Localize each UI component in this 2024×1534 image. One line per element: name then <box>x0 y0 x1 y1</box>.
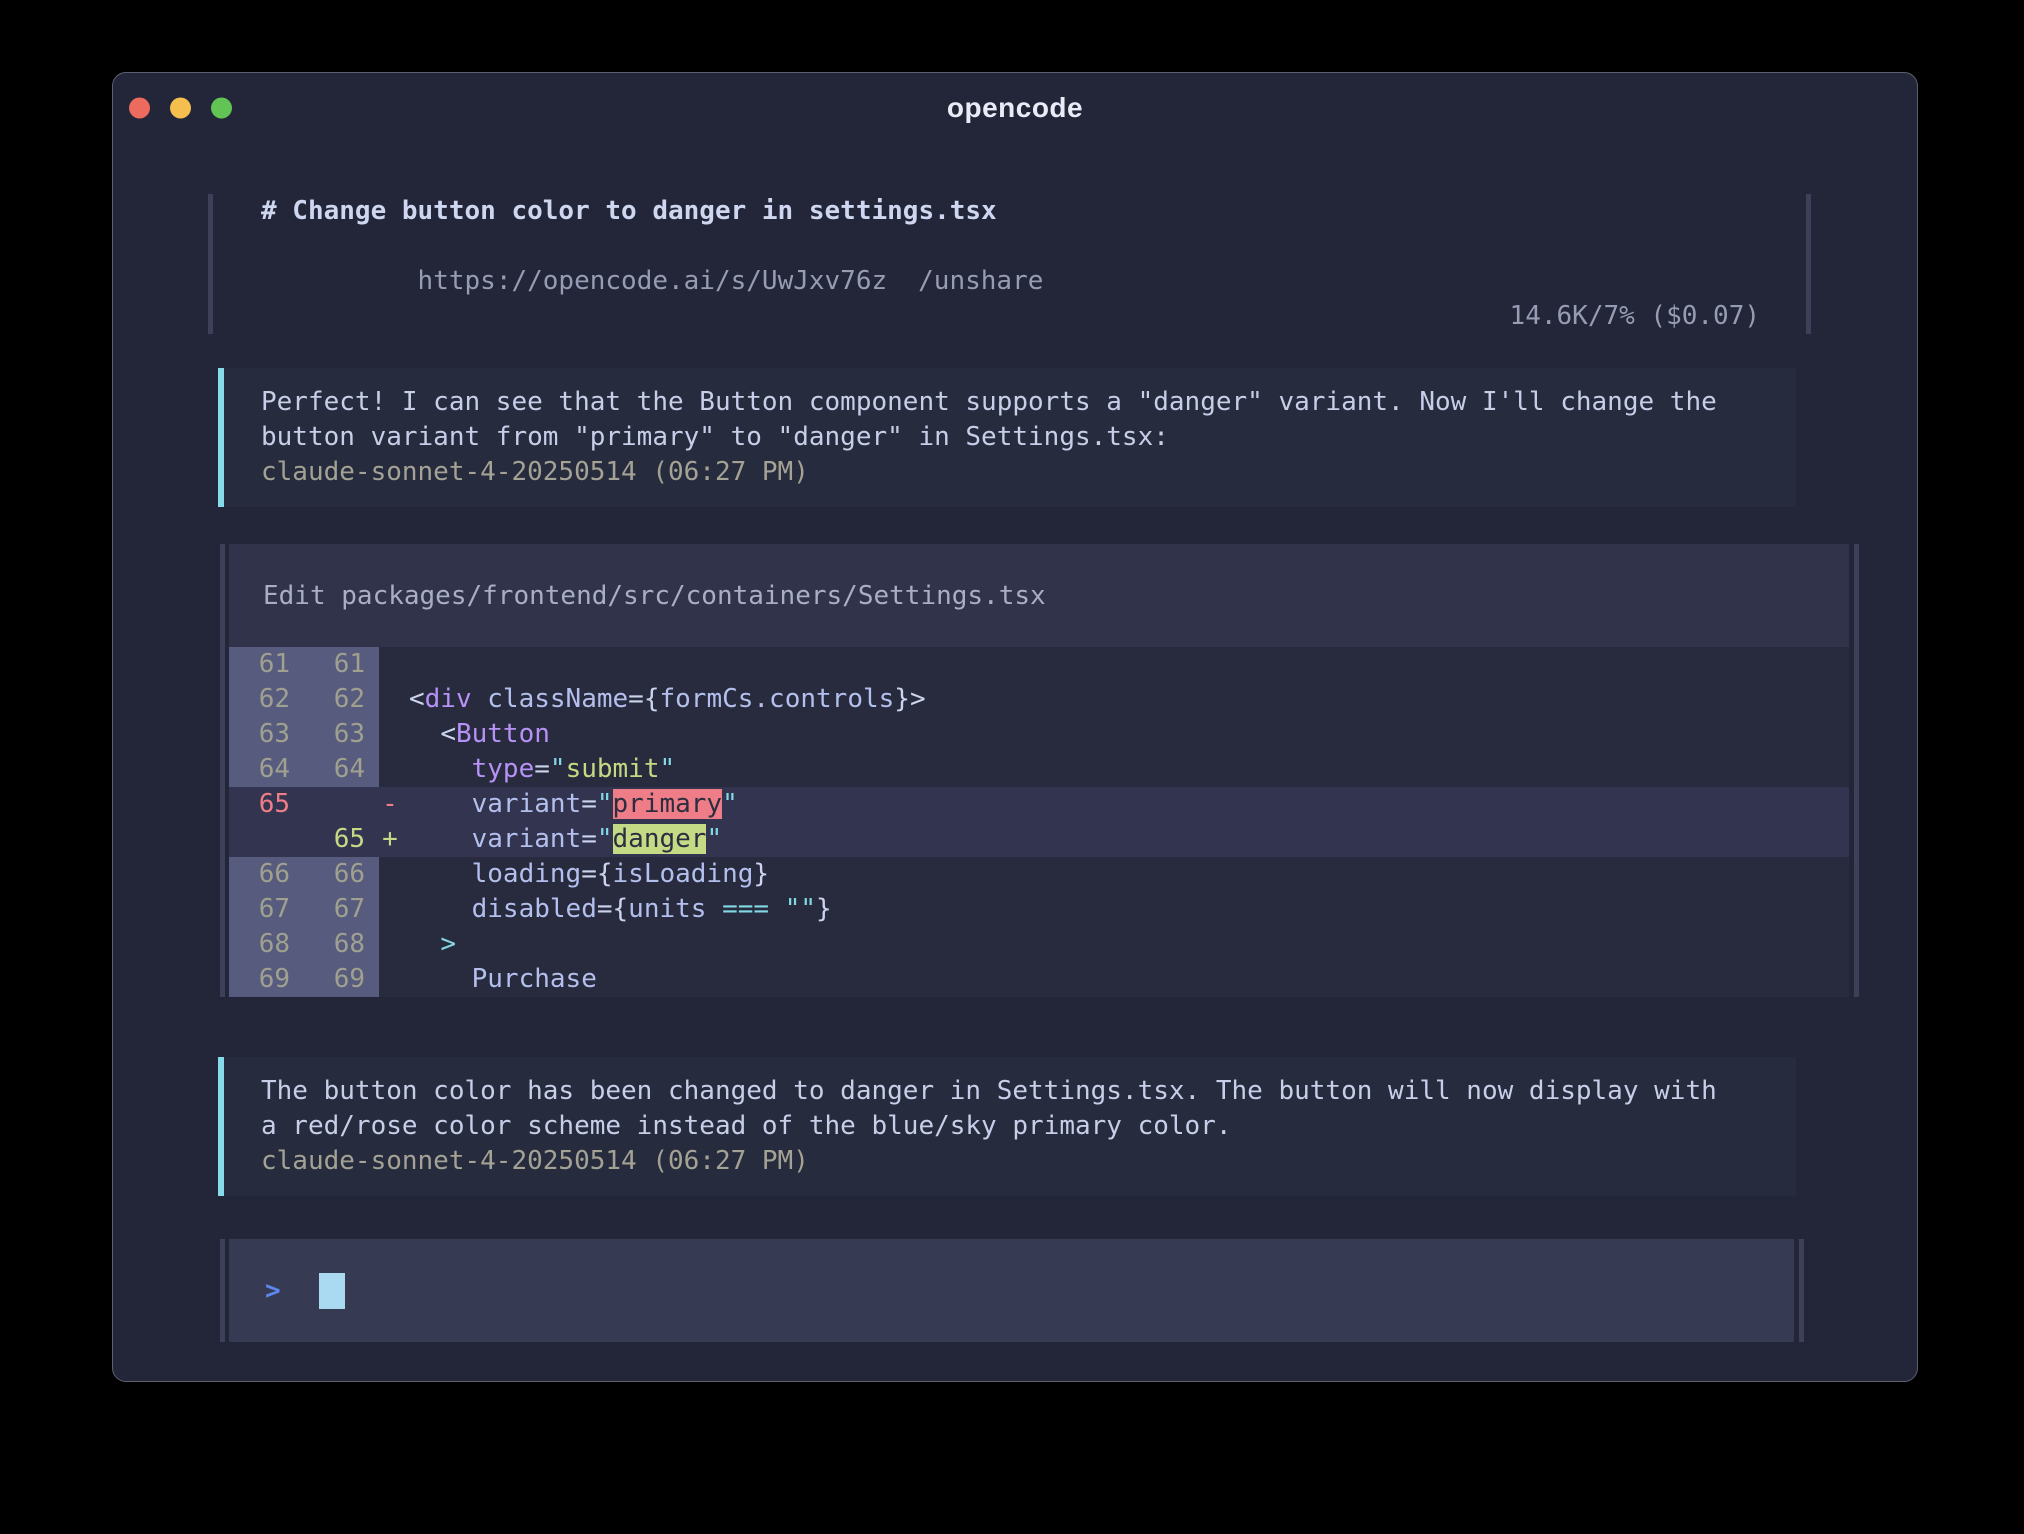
diff-row: 6262 <div className={formCs.controls}> <box>229 682 1849 717</box>
diff-row: 6363 <Button <box>229 717 1849 752</box>
diff-new-line-number: 63 <box>304 717 379 752</box>
diff-old-line-number: 62 <box>229 682 304 717</box>
diff-old-line-number: 61 <box>229 647 304 682</box>
diff-row: 6464 type="submit" <box>229 752 1849 787</box>
window-titlebar[interactable]: opencode <box>113 73 1917 143</box>
prompt-left-rule <box>220 1239 225 1342</box>
diff-new-line-number: 69 <box>304 962 379 997</box>
diff-view: 61616262 <div className={formCs.controls}… <box>229 647 1849 997</box>
session-header: # Change button color to danger in setti… <box>208 194 1811 334</box>
diff-old-line-number: 65 <box>229 787 304 822</box>
diff-code-line: disabled={units === ""} <box>401 892 1849 927</box>
unshare-command[interactable]: /unshare <box>918 266 1043 296</box>
diff-code-line: variant="danger" <box>401 822 1849 857</box>
prompt-symbol: > <box>265 1276 281 1306</box>
diff-row: 6767 disabled={units === ""} <box>229 892 1849 927</box>
diff-code-line: Purchase <box>401 962 1849 997</box>
diff-code-line: type="submit" <box>401 752 1849 787</box>
diff-row: 6666 loading={isLoading} <box>229 857 1849 892</box>
diff-row: 6161 <box>229 647 1849 682</box>
assistant-message: Perfect! I can see that the Button compo… <box>218 368 1796 507</box>
diff-old-line-number: 63 <box>229 717 304 752</box>
diff-row: 6969 Purchase <box>229 962 1849 997</box>
diff-sign: + <box>379 822 401 857</box>
edit-right-rule <box>1854 544 1859 997</box>
message-model-meta: claude-sonnet-4-20250514 (06:27 PM) <box>261 1144 1766 1179</box>
diff-new-line-number: 65 <box>304 822 379 857</box>
opencode-window: opencode # Change button color to danger… <box>112 72 1918 1382</box>
diff-new-line-number: 68 <box>304 927 379 962</box>
diff-old-line-number: 69 <box>229 962 304 997</box>
diff-sign: - <box>379 787 401 822</box>
prompt-input[interactable]: > <box>229 1239 1794 1342</box>
minimize-button[interactable] <box>170 98 191 119</box>
edit-left-rule <box>220 544 225 997</box>
message-text: Perfect! I can see that the Button compo… <box>261 385 1766 455</box>
message-line: The button color has been changed to dan… <box>261 1074 1766 1109</box>
diff-code-line: <div className={formCs.controls}> <box>401 682 1849 717</box>
message-line: button variant from "primary" to "danger… <box>261 420 1766 455</box>
diff-row: 65+ variant="danger" <box>229 822 1849 857</box>
zoom-button[interactable] <box>211 98 232 119</box>
session-title: # Change button color to danger in setti… <box>261 194 1043 229</box>
message-model-meta: claude-sonnet-4-20250514 (06:27 PM) <box>261 455 1766 490</box>
diff-row: 65 - variant="primary" <box>229 787 1849 822</box>
hint-bar: enter send Anthropic Claude Sonnet 4 <box>221 1354 1794 1382</box>
message-line: Perfect! I can see that the Button compo… <box>261 385 1766 420</box>
prompt-right-rule <box>1799 1239 1804 1342</box>
edit-tool-title: Edit packages/frontend/src/containers/Se… <box>229 544 1849 647</box>
diff-new-line-number: 67 <box>304 892 379 927</box>
diff-new-line-number: 62 <box>304 682 379 717</box>
diff-code-line: variant="primary" <box>401 787 1849 822</box>
diff-new-line-number <box>304 787 379 822</box>
edit-tool-card: Edit packages/frontend/src/containers/Se… <box>220 544 1917 997</box>
share-url-link[interactable]: https://opencode.ai/s/UwJxv76z <box>418 266 888 296</box>
diff-code-line: > <box>401 927 1849 962</box>
diff-old-line-number: 66 <box>229 857 304 892</box>
diff-old-line-number: 68 <box>229 927 304 962</box>
diff-old-line-number: 64 <box>229 752 304 787</box>
diff-code-line: loading={isLoading} <box>401 857 1849 892</box>
close-button[interactable] <box>129 98 150 119</box>
diff-old-line-number <box>229 822 304 857</box>
diff-new-line-number: 64 <box>304 752 379 787</box>
message-line: a red/rose color scheme instead of the b… <box>261 1109 1766 1144</box>
diff-old-line-number: 67 <box>229 892 304 927</box>
prompt-row: > <box>220 1239 1917 1342</box>
context-usage: 14.6K/7% ($0.07) <box>1510 299 1760 334</box>
text-cursor <box>319 1273 345 1309</box>
traffic-lights <box>129 98 232 119</box>
diff-new-line-number: 61 <box>304 647 379 682</box>
assistant-message: The button color has been changed to dan… <box>218 1057 1796 1196</box>
message-text: The button color has been changed to dan… <box>261 1074 1766 1144</box>
window-title: opencode <box>947 92 1083 124</box>
diff-code-line: <Button <box>401 717 1849 752</box>
diff-new-line-number: 66 <box>304 857 379 892</box>
diff-row: 6868 > <box>229 927 1849 962</box>
header-right-rule <box>1806 194 1811 334</box>
